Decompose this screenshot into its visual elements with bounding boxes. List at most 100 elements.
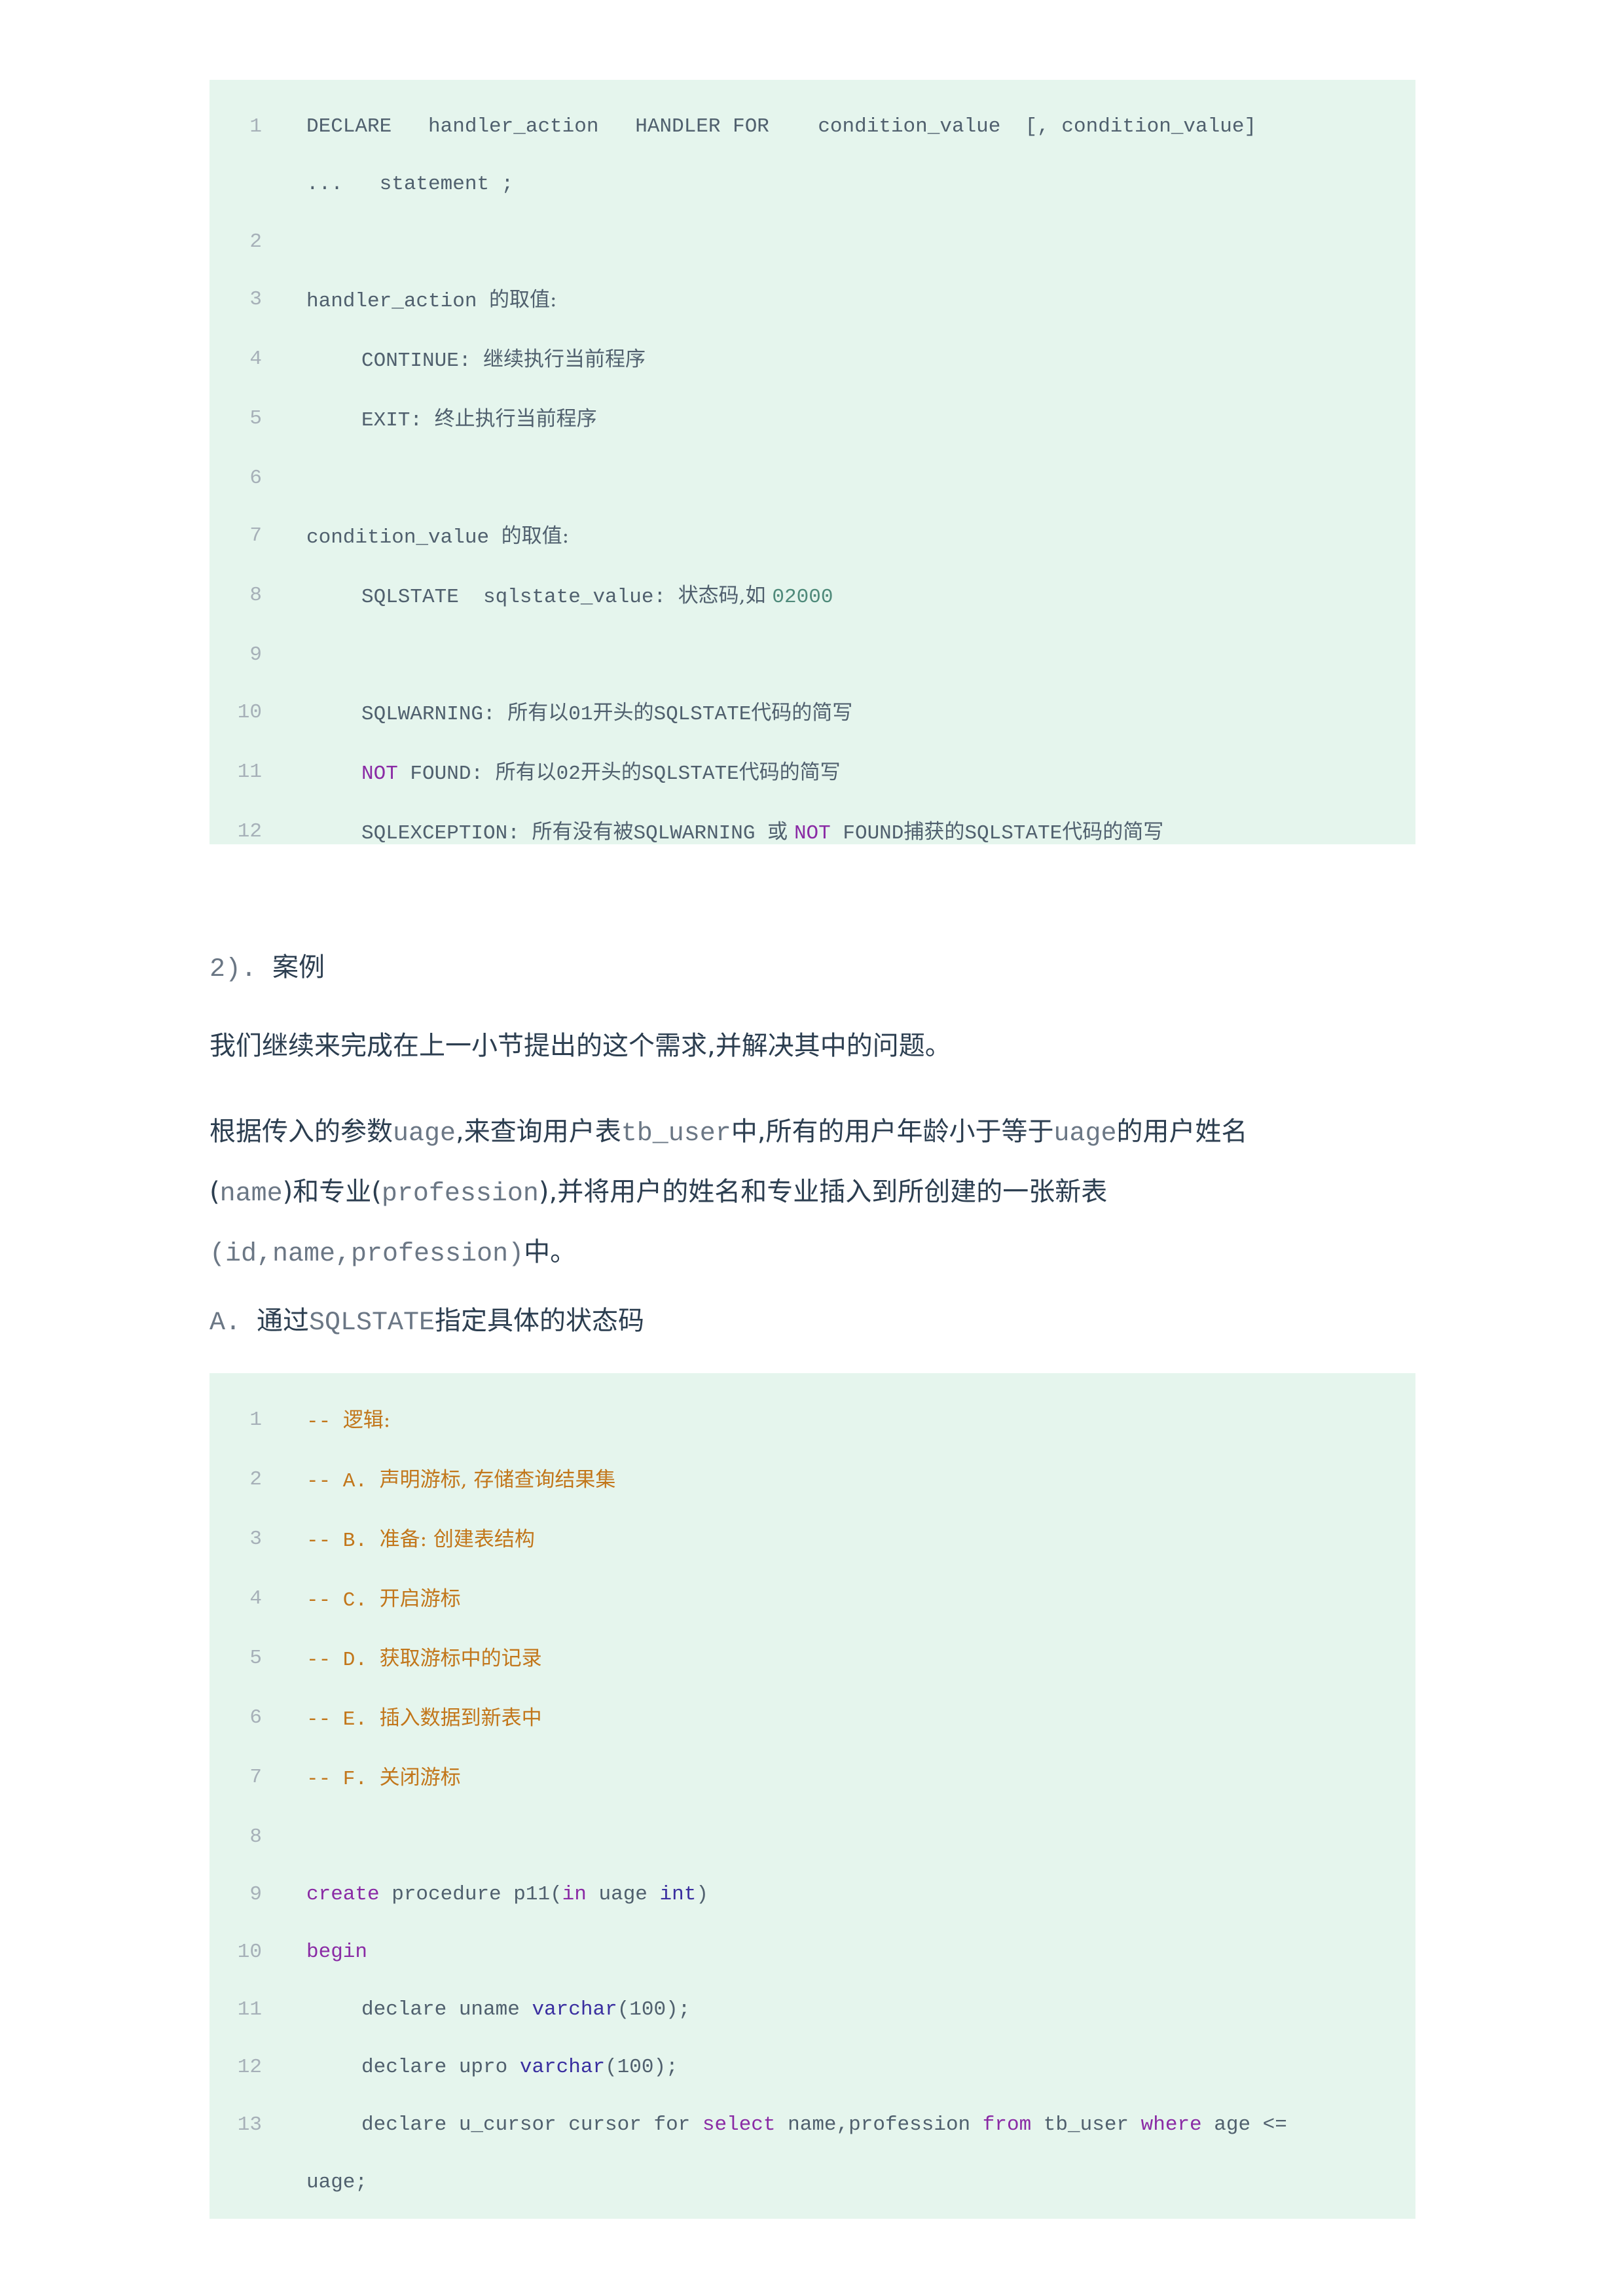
code-token: condition_value (306, 526, 501, 549)
paragraph-text: 根据传入的参数 (210, 1117, 393, 1147)
code-line: 3 handler_action 的取值: (210, 271, 1415, 331)
code-token: -- C. (306, 1589, 380, 1612)
line-number: 11 (237, 761, 262, 783)
code-token: 所有没有被 (532, 820, 634, 844)
line-number: 5 (249, 407, 262, 430)
code-token: varchar (519, 2056, 606, 2079)
code-token: FOUND: (397, 762, 496, 785)
inline-code: profession (381, 1179, 539, 1209)
code-token: -- A. (306, 1470, 380, 1493)
code-line: 8 SQLSTATE sqlstate_value: 状态码,如 02000 (210, 567, 1415, 626)
code-text: condition_value 的取值: (306, 507, 1415, 567)
paragraph-text: ,来查询用户表 (456, 1117, 621, 1147)
line-number: 7 (249, 524, 262, 547)
inline-code: tb_user (621, 1119, 731, 1149)
line-number: 13 (237, 2113, 262, 2136)
code-token: NOT (793, 822, 831, 845)
code-line: 5 -- D. 获取游标中的记录 (210, 1630, 1415, 1689)
code-text: declare uname varchar(100); (306, 1981, 1415, 2039)
code-continuation: ... statement ; (306, 173, 514, 196)
code-token: SQLWARNING (633, 822, 768, 845)
code-line: 2 (210, 213, 1415, 271)
code-text: declare u_cursor cursor for select name,… (306, 2096, 1415, 2212)
code-token: 准备: 创建表结构 (379, 1528, 535, 1551)
code-token: -- B. (306, 1530, 380, 1552)
description-paragraph: 根据传入的参数uage,来查询用户表tb_user中,所有的用户年龄小于等于ua… (210, 1103, 1415, 1283)
paragraph-text: 的用户姓名 (1116, 1117, 1248, 1147)
code-token: 终止执行当前程序 (434, 407, 597, 431)
code-line: 8 (210, 1808, 1415, 1866)
code-line: 6 -- E. 插入数据到新表中 (210, 1689, 1415, 1749)
intro-paragraph: 我们继续来完成在上一小节提出的这个需求,并解决其中的问题。 (210, 1031, 951, 1061)
code-token: FOUND (830, 822, 904, 845)
code-text: EXIT: 终止执行当前程序 (306, 390, 1415, 450)
inline-code: (id,name,profession) (210, 1240, 524, 1269)
code-token: 开头的 (593, 701, 654, 725)
code-text: -- 逻辑: (306, 1391, 1415, 1451)
line-number: 3 (249, 1528, 262, 1551)
code-token: CONTINUE: (361, 350, 484, 372)
paragraph-text: )和专业( (282, 1177, 382, 1207)
code-token: NOT (361, 762, 398, 785)
code-token: ) (696, 1883, 708, 1906)
code-token: SQLSTATE sqlstate_value: (361, 586, 678, 609)
code-line: 7 -- F. 关闭游标 (210, 1749, 1415, 1808)
code-line: 2 -- A. 声明游标, 存储查询结果集 (210, 1451, 1415, 1511)
inline-code: name (219, 1179, 283, 1209)
code-token: 代码的简写 (739, 761, 841, 784)
code-block-handler-syntax: 1 DECLARE handler_action HANDLER FOR cond… (210, 80, 1415, 845)
code-token: declare uname (361, 1998, 532, 2021)
code-line: 11 declare uname varchar(100); (210, 1981, 1415, 2039)
code-line: 12 SQLEXCEPTION: 所有没有被SQLWARNING 或 NOT FO… (210, 803, 1415, 863)
code-token: 获取游标中的记录 (379, 1647, 542, 1670)
code-token: SQLSTATE (653, 703, 752, 726)
line-number: 9 (249, 1883, 262, 1906)
line-number: 1 (249, 115, 262, 138)
line-number: 6 (249, 467, 262, 490)
code-line: 3 -- B. 准备: 创建表结构 (210, 1511, 1415, 1570)
code-continuation: uage; (306, 2171, 368, 2194)
line-number: 11 (237, 1998, 262, 2021)
code-block-procedure: 1 -- 逻辑: 2 -- A. 声明游标, 存储查询结果集 3 -- B. 准备: 创建… (210, 1373, 1415, 2219)
line-number: 12 (237, 820, 262, 843)
code-text: handler_action 的取值: (306, 271, 1415, 331)
inline-code: uage (1053, 1119, 1117, 1149)
line-number: 1 (249, 1408, 262, 1431)
code-line: 6 (210, 450, 1415, 507)
code-token: 声明游标, 存储查询结果集 (379, 1468, 616, 1492)
line-number: 10 (237, 1941, 262, 1964)
code-token: 或 (767, 820, 794, 844)
code-token: -- D. (306, 1649, 380, 1672)
code-line: 12 declare upro varchar(100); (210, 2039, 1415, 2096)
line-number: 6 (249, 1706, 262, 1729)
code-token: 所有以 (495, 761, 556, 784)
code-token: begin (306, 1941, 368, 1964)
subheading-number: A. (210, 1308, 257, 1338)
line-number: 5 (249, 1647, 262, 1670)
section-heading-case: 2). 案例 (210, 946, 1415, 984)
code-token: SQLEXCEPTION: (361, 822, 532, 845)
code-text: DECLARE handler_action HANDLER FOR condi… (306, 98, 1415, 213)
code-text: create procedure p11(in uage int) (306, 1866, 1415, 1924)
line-number: 2 (249, 230, 262, 253)
code-token: 开启游标 (379, 1587, 461, 1611)
code-text: -- D. 获取游标中的记录 (306, 1630, 1415, 1689)
code-token: SQLSTATE (964, 822, 1063, 845)
code-token: SQLSTATE (641, 762, 739, 785)
code-text: CONTINUE: 继续执行当前程序 (306, 331, 1415, 390)
code-token: 状态码,如 (678, 584, 773, 607)
section-title: 案例 (272, 952, 325, 982)
code-text: declare upro varchar(100); (306, 2039, 1415, 2096)
code-token: 的取值: (501, 524, 570, 548)
code-token: declare u_cursor cursor for (361, 2113, 702, 2136)
code-token: SQLWARNING: (361, 703, 508, 726)
code-line: 10 SQLWARNING: 所有以01开头的SQLSTATE代码的简写 (210, 684, 1415, 744)
code-token: (100); (605, 2056, 678, 2079)
code-line: 1 DECLARE handler_action HANDLER FOR cond… (210, 98, 1415, 213)
code-line: 1 -- 逻辑: (210, 1391, 1415, 1451)
code-token: age <= (1201, 2113, 1287, 2136)
code-token: 逻辑: (342, 1408, 391, 1432)
paragraph-text: 中,所有的用户年龄小于等于 (731, 1117, 1054, 1147)
